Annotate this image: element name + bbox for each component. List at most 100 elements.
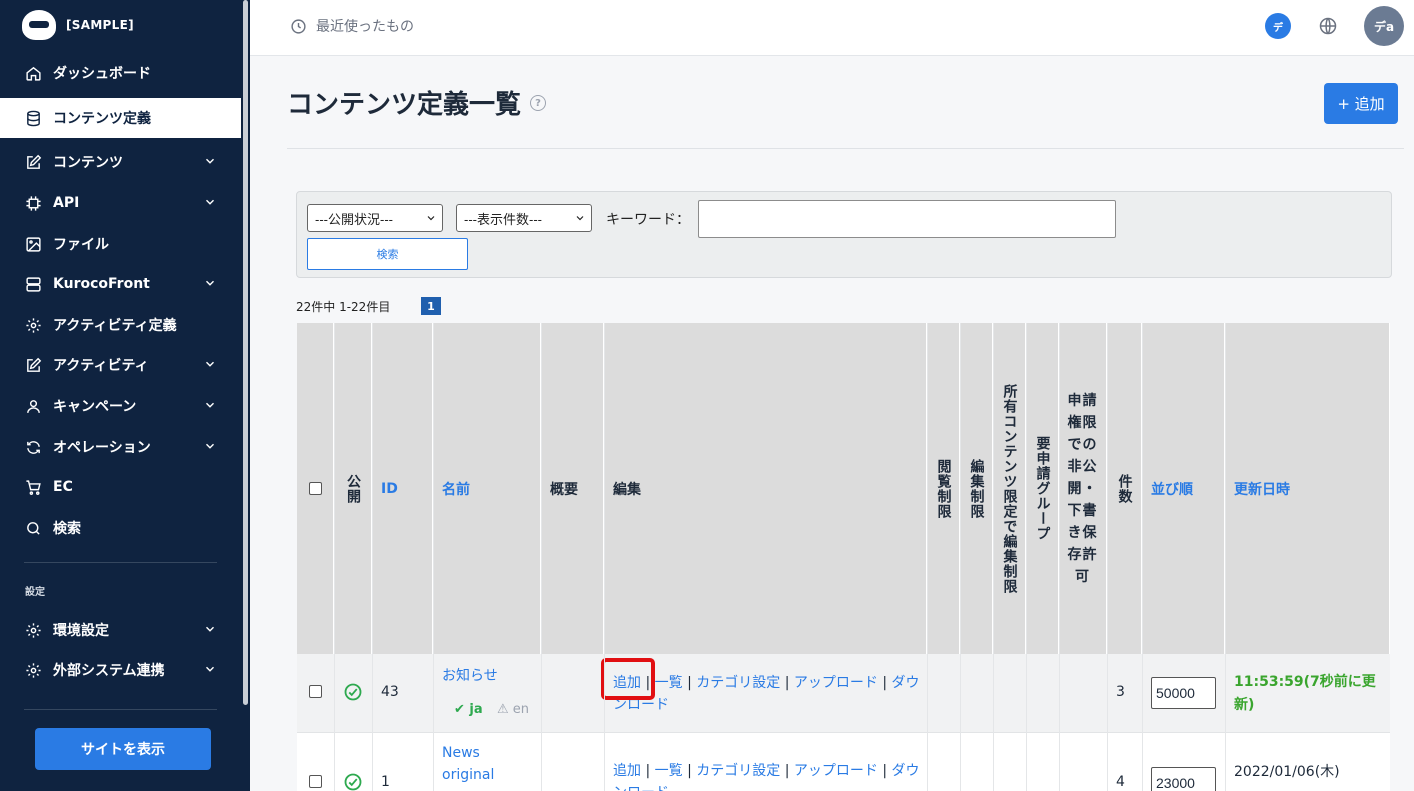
sidebar-item-label: KurocoFront <box>53 276 150 292</box>
sidebar-item-content-definition[interactable]: コンテンツ定義 <box>0 98 241 138</box>
search-icon <box>24 519 42 537</box>
sidebar: [SAMPLE] ダッシュボード コンテンツ定義 コンテンツ API ファイル … <box>0 0 250 791</box>
add-button[interactable]: + 追加 <box>1324 83 1398 124</box>
action-list-link[interactable]: 一覧 <box>655 675 683 691</box>
title-divider <box>287 148 1404 149</box>
action-list-link[interactable]: 一覧 <box>655 763 683 779</box>
chevron-down-icon <box>203 398 217 412</box>
chevron-down-icon <box>203 276 217 290</box>
header-public: 公開 <box>334 323 372 654</box>
column-divider <box>334 323 335 791</box>
header-order[interactable]: 並び順 <box>1142 323 1225 654</box>
page-title: コンテンツ定義一覧 <box>287 90 522 120</box>
sidebar-item-label: オペレーション <box>53 440 151 456</box>
action-upload-link[interactable]: アップロード <box>794 763 878 779</box>
header-summary: 概要 <box>541 323 604 654</box>
recent-items[interactable]: 最近使ったもの <box>290 16 414 36</box>
row-name-link[interactable]: News original <box>442 742 512 786</box>
sidebar-scrollbar[interactable] <box>243 0 248 705</box>
table-row: 1 News original 追加 | 一覧 | カテゴリ設定 | アップロー… <box>297 733 1390 791</box>
action-category-link[interactable]: カテゴリ設定 <box>696 675 780 691</box>
row-count: 3 <box>1116 684 1125 700</box>
column-divider <box>1107 323 1108 791</box>
row-id: 1 <box>381 774 390 790</box>
action-upload-link[interactable]: アップロード <box>794 675 878 691</box>
sidebar-item-kurocofront[interactable]: KurocoFront <box>0 264 241 304</box>
header-edit-limit: 編集制限 <box>960 323 993 654</box>
gear-icon <box>24 316 42 334</box>
header-owner-limit: 所有コンテンツ限定で編集制限 <box>993 323 1026 654</box>
lang-ja-status[interactable]: ✔ ja <box>454 702 483 717</box>
action-add-link[interactable]: 追加 <box>613 763 641 779</box>
action-category-link[interactable]: カテゴリ設定 <box>696 763 780 779</box>
help-icon[interactable]: ? <box>530 95 546 111</box>
column-divider <box>433 323 434 791</box>
refresh-icon <box>24 438 42 456</box>
globe-icon[interactable] <box>1318 16 1338 36</box>
home-icon <box>24 64 42 82</box>
row-checkbox[interactable] <box>309 775 322 788</box>
page-number-current[interactable]: 1 <box>421 297 441 315</box>
edit-icon <box>24 356 42 374</box>
search-button[interactable]: 検索 <box>307 238 468 270</box>
language-badge[interactable]: デ <box>1265 13 1291 39</box>
keyword-input[interactable] <box>698 200 1116 238</box>
published-check-icon <box>343 682 363 706</box>
gear-icon <box>24 621 42 639</box>
sidebar-item-environment-settings[interactable]: 環境設定 <box>0 610 241 650</box>
view-site-button[interactable]: サイトを表示 <box>35 728 211 770</box>
sidebar-item-label: 検索 <box>53 521 81 537</box>
column-divider <box>1059 323 1060 791</box>
chevron-down-icon <box>425 212 437 224</box>
order-input[interactable]: 23000 <box>1151 767 1216 791</box>
header-id[interactable]: ID <box>372 323 433 654</box>
add-link-highlight <box>601 658 655 700</box>
chevron-down-icon <box>203 662 217 676</box>
header-name[interactable]: 名前 <box>433 323 541 654</box>
sidebar-item-content[interactable]: コンテンツ <box>0 142 241 182</box>
published-check-icon <box>343 772 363 791</box>
row-name-link[interactable]: お知らせ <box>442 665 498 685</box>
column-divider <box>1026 323 1027 791</box>
sidebar-item-campaign[interactable]: キャンペーン <box>0 386 241 426</box>
sidebar-item-file[interactable]: ファイル <box>0 224 241 264</box>
header-edit: 編集 <box>604 323 927 654</box>
count-select[interactable]: ---表示件数--- <box>456 204 592 232</box>
column-divider <box>993 323 994 791</box>
sidebar-item-operation[interactable]: オペレーション <box>0 427 241 467</box>
sidebar-item-label: API <box>53 195 80 211</box>
row-count: 4 <box>1116 774 1125 790</box>
sidebar-item-label: コンテンツ <box>53 155 123 171</box>
sidebar-item-activity[interactable]: アクティビティ <box>0 345 241 385</box>
warning-icon: ⚠ <box>497 702 513 717</box>
row-checkbox[interactable] <box>309 685 322 698</box>
sidebar-divider <box>24 709 217 710</box>
avatar[interactable]: デa <box>1364 6 1404 46</box>
header-approval-group: 要申請グループ <box>1026 323 1059 654</box>
column-divider <box>927 323 928 791</box>
sidebar-item-label: EC <box>53 479 73 495</box>
row-actions: 追加 | 一覧 | カテゴリ設定 | アップロード | ダウンロード <box>613 675 920 713</box>
sidebar-item-external-integration[interactable]: 外部システム連携 <box>0 650 241 690</box>
sidebar-item-dashboard[interactable]: ダッシュボード <box>0 53 241 93</box>
gear-icon <box>24 661 42 679</box>
chip-icon <box>24 194 42 212</box>
chevron-down-icon <box>574 212 586 224</box>
sidebar-item-search[interactable]: 検索 <box>0 508 241 548</box>
status-select[interactable]: ---公開状況--- <box>307 204 443 232</box>
clock-icon <box>291 18 306 34</box>
sidebar-item-api[interactable]: API <box>0 183 241 223</box>
chevron-down-icon <box>203 622 217 636</box>
brand[interactable]: [SAMPLE] <box>22 10 134 40</box>
keyword-label: キーワード： <box>606 212 690 228</box>
lang-en-status[interactable]: ⚠ en <box>497 702 529 717</box>
chevron-down-icon <box>203 357 217 371</box>
order-input[interactable]: 50000 <box>1151 677 1216 709</box>
header-updated[interactable]: 更新日時 <box>1225 323 1390 654</box>
select-all-checkbox[interactable] <box>308 482 322 495</box>
sidebar-item-activity-definition[interactable]: アクティビティ定義 <box>0 305 241 345</box>
sidebar-item-ec[interactable]: EC <box>0 467 241 507</box>
sidebar-item-label: キャンペーン <box>53 399 137 415</box>
sidebar-item-label: ダッシュボード <box>53 66 151 82</box>
sidebar-item-label: 外部システム連携 <box>53 663 165 679</box>
